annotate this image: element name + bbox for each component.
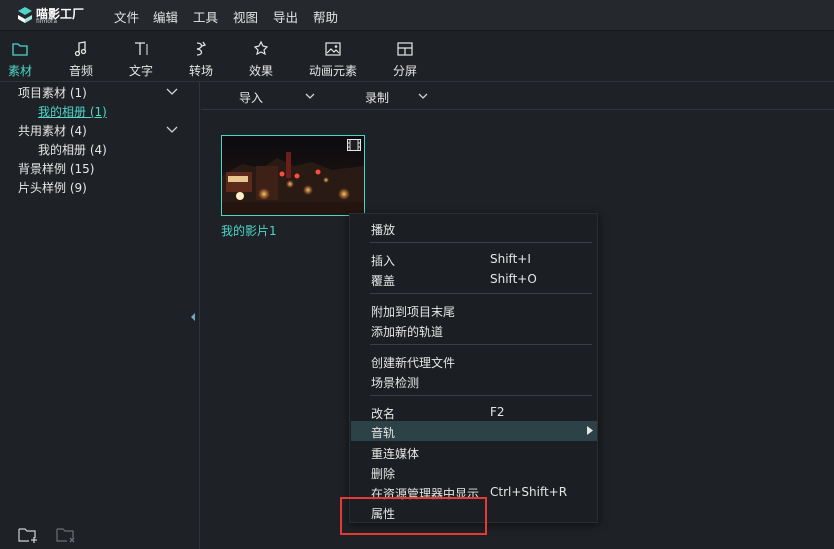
tab-text-label: 文字 — [128, 64, 153, 78]
menu-item-label: 改名 — [371, 407, 396, 421]
delete-folder-icon[interactable] — [55, 526, 77, 544]
transition-icon — [196, 41, 207, 56]
split-screen-icon — [397, 42, 413, 56]
collapse-panel-icon[interactable] — [190, 312, 196, 322]
tab-audio-label: 音频 — [68, 64, 93, 78]
menu-file[interactable]: 文件 — [114, 7, 139, 26]
menu-item-append[interactable]: 附加到项目末尾 — [351, 300, 597, 320]
app-logo: 喵影工厂 filmora — [18, 5, 98, 27]
text-icon — [135, 42, 148, 55]
media-library-sidebar: 项目素材 (1) 我的相册 (1) 共用素材 (4) 我的相册 (4) 背景样例… — [0, 82, 200, 549]
menu-item-shortcut: Ctrl+Shift+R — [490, 485, 568, 499]
tab-audio[interactable]: 音频 — [51, 31, 111, 81]
tab-media-label: 素材 — [7, 64, 32, 78]
chevron-down-icon[interactable] — [305, 93, 315, 100]
menu-item-shortcut: Shift+O — [490, 272, 537, 286]
menu-item-label: 删除 — [371, 467, 396, 481]
tab-transition[interactable]: 转场 — [171, 31, 231, 81]
menu-item-insert[interactable]: 插入 Shift+I — [351, 249, 597, 269]
menu-item-label: 插入 — [371, 254, 396, 268]
chevron-down-icon[interactable] — [166, 88, 178, 96]
tree-shared-album[interactable]: 我的相册 (4) — [38, 141, 107, 158]
media-thumbnail[interactable] — [221, 135, 365, 216]
menu-divider — [370, 293, 592, 294]
tree-background-samples[interactable]: 背景样例 (15) — [18, 160, 94, 177]
menu-export[interactable]: 导出 — [273, 7, 298, 26]
menu-item-play[interactable]: 播放 — [351, 218, 597, 238]
tab-elements-label: 动画元素 — [308, 64, 357, 78]
menu-divider — [370, 344, 592, 345]
annotation-highlight-box — [340, 497, 487, 535]
menu-item-scene-detect[interactable]: 场景检测 — [351, 371, 597, 391]
menu-item-label: 添加新的轨道 — [371, 325, 444, 339]
menu-divider — [370, 395, 592, 396]
menu-item-delete[interactable]: 删除 — [351, 462, 597, 482]
tab-transition-label: 转场 — [188, 64, 213, 78]
tab-effects[interactable]: 效果 — [231, 31, 291, 81]
video-thumbnail-image — [222, 136, 364, 215]
menu-item-relink[interactable]: 重连媒体 — [351, 442, 597, 462]
menu-tools[interactable]: 工具 — [193, 7, 218, 26]
menu-item-add-track[interactable]: 添加新的轨道 — [351, 320, 597, 340]
menu-item-create-proxy[interactable]: 创建新代理文件 — [351, 351, 597, 371]
chevron-down-icon[interactable] — [166, 126, 178, 134]
media-subbar: 导入 录制 — [201, 82, 834, 110]
tab-media[interactable]: 素材 — [0, 31, 50, 81]
menu-item-label: 播放 — [371, 223, 396, 237]
tree-intro-samples[interactable]: 片头样例 (9) — [18, 179, 87, 196]
menu-item-label: 创建新代理文件 — [371, 356, 456, 370]
media-caption[interactable]: 我的影片1 — [221, 222, 277, 239]
menu-help[interactable]: 帮助 — [313, 7, 338, 26]
submenu-arrow-icon — [587, 426, 593, 435]
menu-item-overwrite[interactable]: 覆盖 Shift+O — [351, 269, 597, 289]
menu-item-label: 音轨 — [371, 426, 396, 440]
menu-divider — [370, 242, 592, 243]
import-button[interactable]: 导入 — [239, 89, 263, 106]
tab-text[interactable]: 文字 — [111, 31, 171, 81]
menu-item-shortcut: Shift+I — [490, 252, 531, 266]
music-note-icon — [74, 41, 87, 57]
context-menu: 播放 插入 Shift+I 覆盖 Shift+O 附加到项目末尾 添加新的轨道 … — [349, 213, 598, 523]
image-icon — [325, 42, 341, 56]
menu-view[interactable]: 视图 — [233, 7, 258, 26]
tab-split-screen-label: 分屏 — [392, 64, 417, 78]
menu-item-label: 场景检测 — [371, 376, 420, 390]
video-clip-icon — [347, 139, 361, 151]
menu-item-rename[interactable]: 改名 F2 — [351, 402, 597, 422]
tab-elements[interactable]: 动画元素 — [303, 31, 363, 81]
logo-icon — [18, 7, 32, 23]
tree-shared-media[interactable]: 共用素材 (4) — [18, 122, 87, 139]
chevron-down-icon[interactable] — [418, 93, 428, 100]
menu-item-audio-track[interactable]: 音轨 — [351, 421, 597, 441]
app-window: 喵影工厂 filmora 文件 编辑 工具 视图 导出 帮助 素材 音频 文字 … — [0, 0, 834, 549]
tab-split-screen[interactable]: 分屏 — [375, 31, 435, 81]
tree-project-media[interactable]: 项目素材 (1) — [18, 84, 87, 101]
menu-item-label: 重连媒体 — [371, 447, 420, 461]
add-folder-icon[interactable] — [17, 526, 39, 544]
tree-project-album[interactable]: 我的相册 (1) — [38, 103, 107, 120]
menu-edit[interactable]: 编辑 — [153, 7, 178, 26]
menu-item-shortcut: F2 — [490, 405, 505, 419]
tab-effects-label: 效果 — [248, 64, 273, 78]
logo-subtitle: filmora — [36, 18, 58, 25]
effects-icon — [253, 40, 269, 56]
record-button[interactable]: 录制 — [365, 89, 389, 106]
menu-bar: 喵影工厂 filmora 文件 编辑 工具 视图 导出 帮助 — [0, 0, 834, 31]
menu-item-label: 附加到项目末尾 — [371, 305, 456, 319]
media-toolbar: 素材 音频 文字 转场 效果 动画元素 分屏 — [0, 31, 834, 82]
menu-item-label: 覆盖 — [371, 274, 396, 288]
folder-icon — [12, 43, 28, 56]
